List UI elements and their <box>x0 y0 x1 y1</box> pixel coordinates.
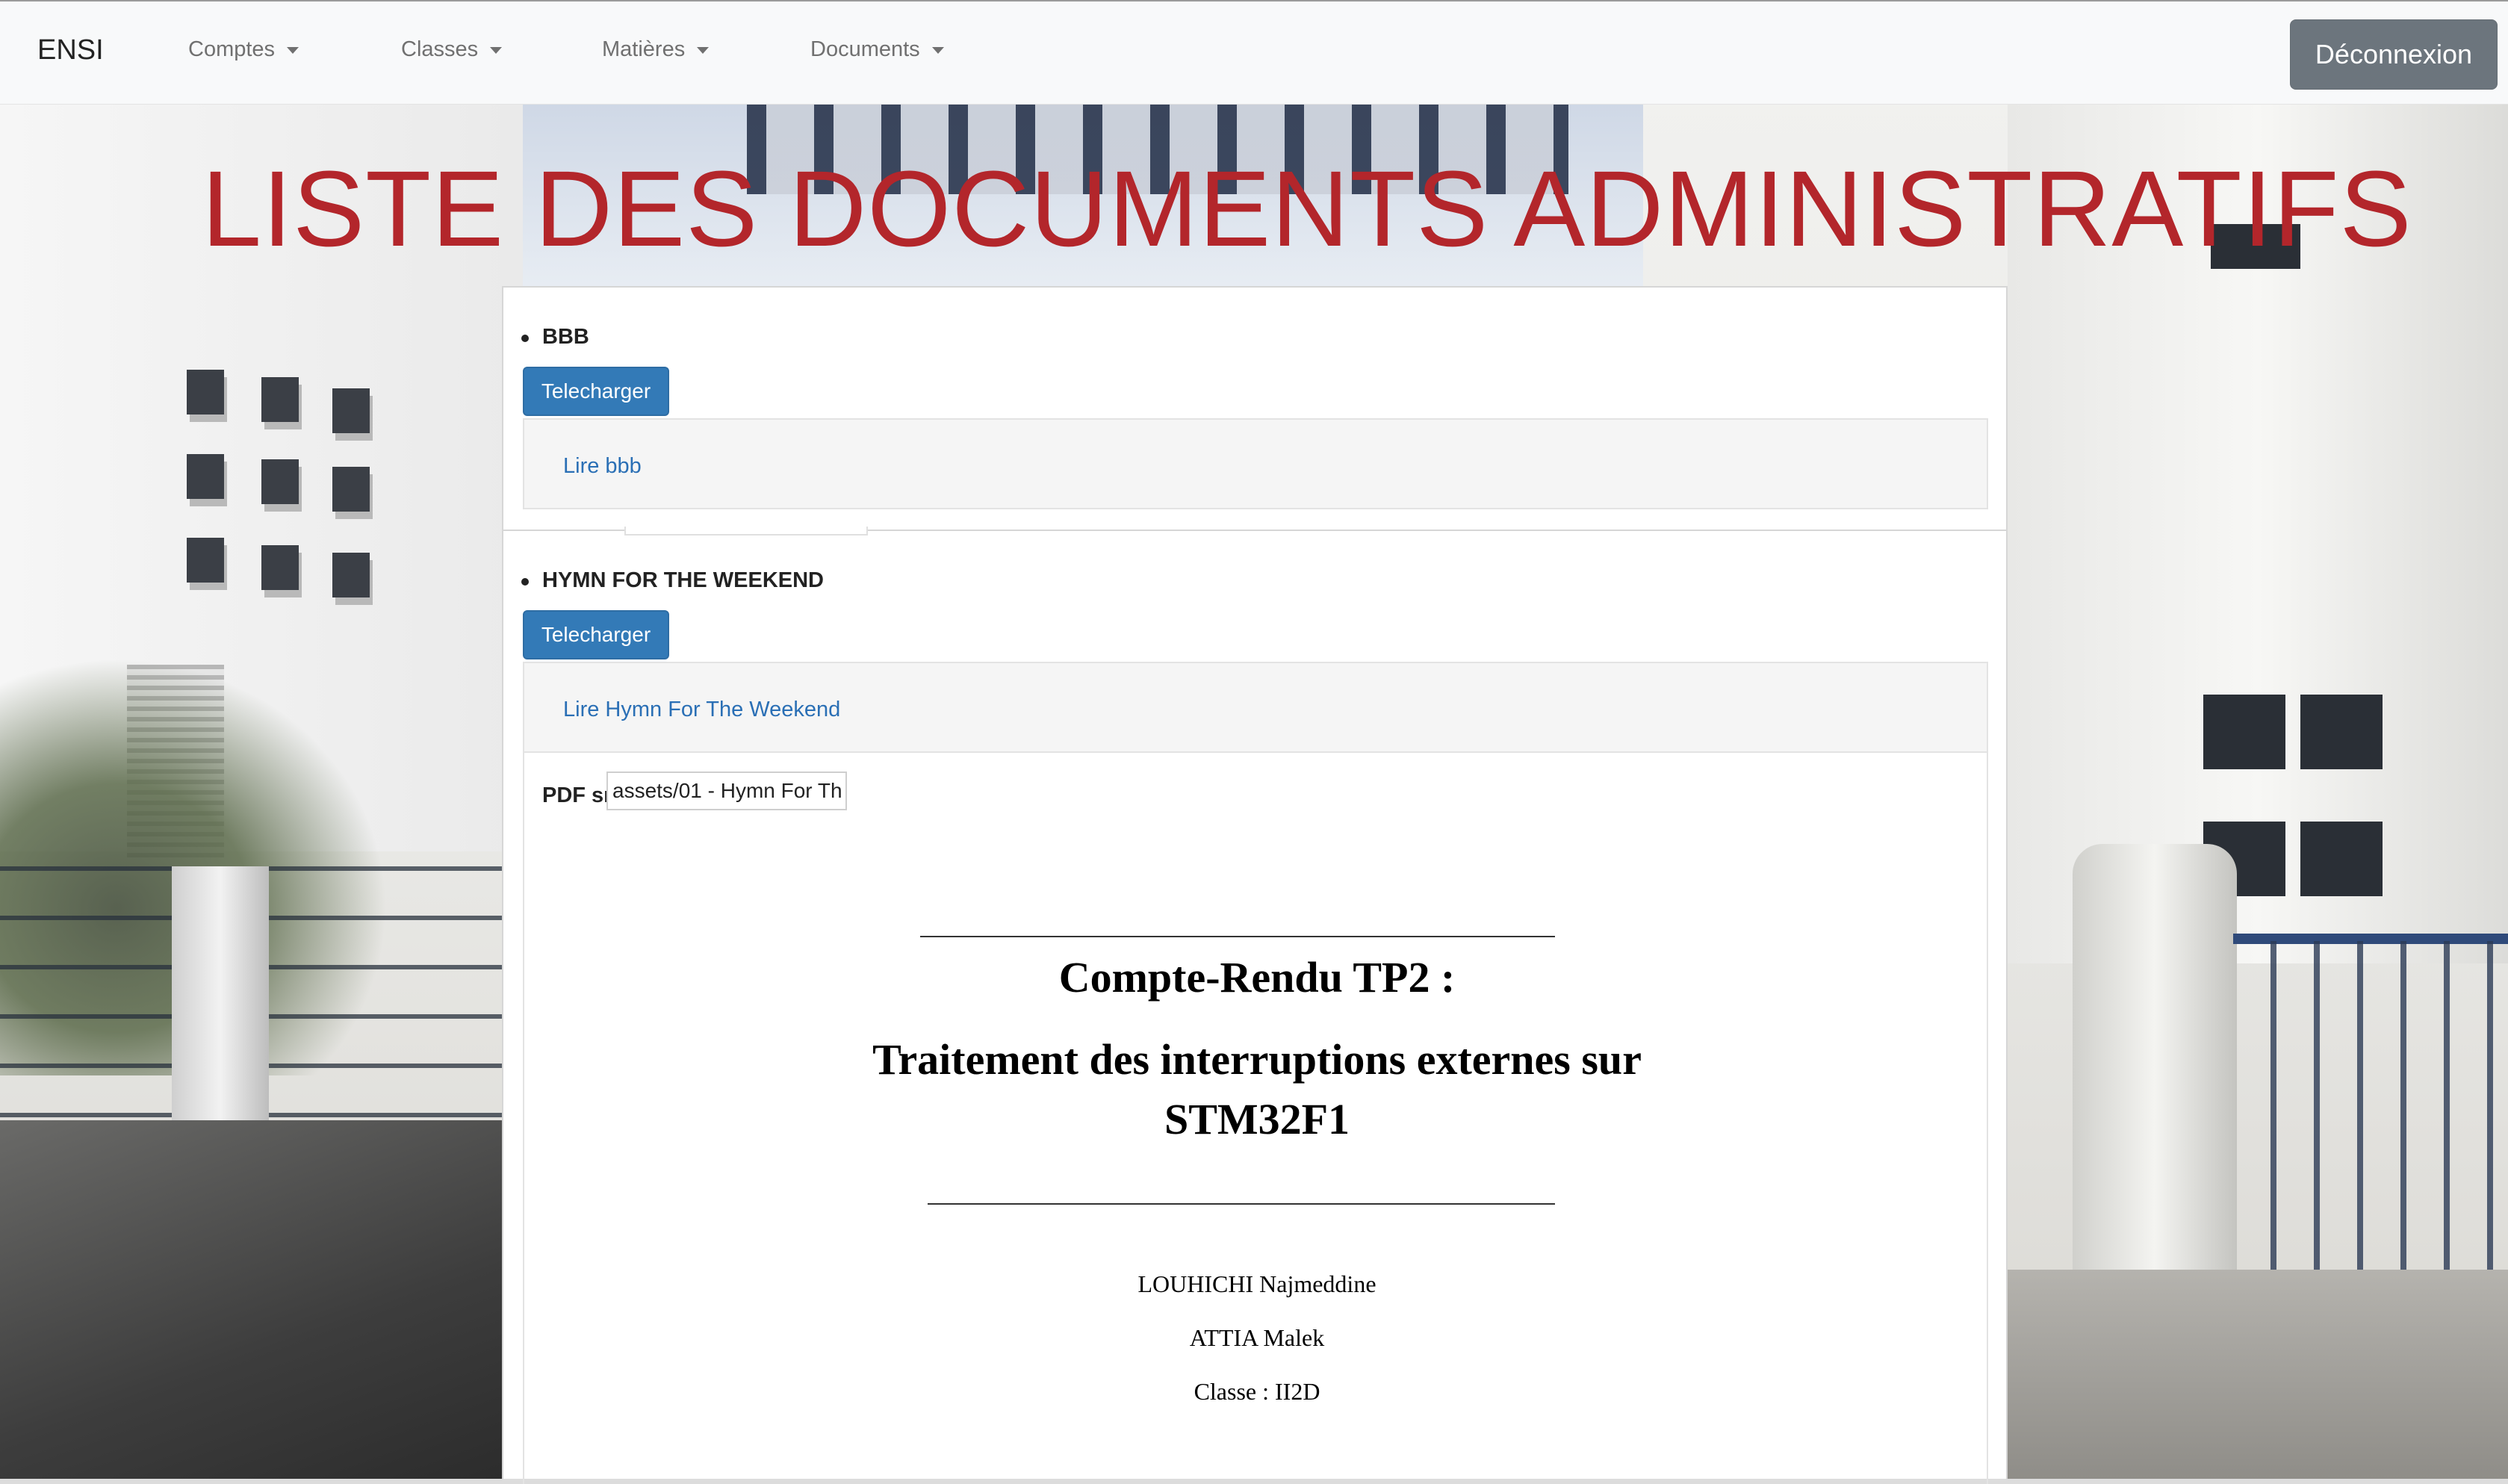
nav-classes-dropdown[interactable]: Classes <box>401 37 503 62</box>
pdf-top-rule <box>920 936 1555 937</box>
pdf-src-input[interactable] <box>606 772 847 810</box>
nav-matieres-label: Matières <box>602 37 686 61</box>
bullet-icon <box>521 578 529 586</box>
page-title: LISTE DES DOCUMENTS ADMINISTRATIFS <box>202 149 2412 269</box>
read-link[interactable]: Lire bbb <box>563 454 642 479</box>
caret-down-icon <box>931 46 944 54</box>
pdf-title: Compte-Rendu TP2 : <box>1058 953 1456 1002</box>
document-card: BBB Telecharger Lire bbb <box>502 286 2008 531</box>
document-card: HYMN FOR THE WEEKEND Telecharger Lire Hy… <box>502 527 2008 1484</box>
logout-button[interactable]: Déconnexion <box>2290 19 2498 90</box>
collapsed-src-input <box>624 527 868 535</box>
nav-comptes-label: Comptes <box>188 37 276 61</box>
pdf-class-line: Classe : II2D <box>1194 1378 1320 1405</box>
pdf-viewer[interactable]: Compte-Rendu TP2 : Traitement des interr… <box>523 752 1988 1484</box>
pdf-author: LOUHICHI Najmeddine <box>1137 1270 1376 1297</box>
nav-comptes-dropdown[interactable]: Comptes <box>188 37 299 62</box>
pdf-subtitle-line2: STM32F1 <box>1164 1095 1350 1143</box>
caret-down-icon <box>287 46 299 54</box>
nav-matieres-dropdown[interactable]: Matières <box>602 37 710 62</box>
pdf-preview-page: Compte-Rendu TP2 : Traitement des interr… <box>524 752 1990 1484</box>
read-panel: Lire bbb <box>523 418 1988 509</box>
brand-logo[interactable]: ENSI <box>37 34 104 66</box>
nav-documents-dropdown[interactable]: Documents <box>810 37 944 62</box>
pdf-bottom-rule <box>928 1203 1555 1205</box>
read-panel: Lire Hymn For The Weekend <box>523 662 1988 753</box>
top-navbar: ENSI Comptes Classes Matières Documents … <box>0 0 2508 105</box>
bullet-icon <box>521 335 529 342</box>
nav-documents-label: Documents <box>810 37 920 61</box>
download-button[interactable]: Telecharger <box>523 610 669 659</box>
document-name: HYMN FOR THE WEEKEND <box>542 568 824 592</box>
caret-down-icon <box>697 46 710 54</box>
pdf-author: ATTIA Malek <box>1189 1324 1325 1351</box>
nav-classes-label: Classes <box>401 37 479 61</box>
pdf-subtitle: Traitement des interruptions externes su… <box>524 1030 1990 1149</box>
document-name: BBB <box>542 325 589 349</box>
download-button[interactable]: Telecharger <box>523 367 669 416</box>
caret-down-icon <box>490 46 503 54</box>
pdf-subtitle-line1: Traitement des interruptions externes su… <box>872 1035 1642 1084</box>
read-link[interactable]: Lire Hymn For The Weekend <box>563 698 840 722</box>
